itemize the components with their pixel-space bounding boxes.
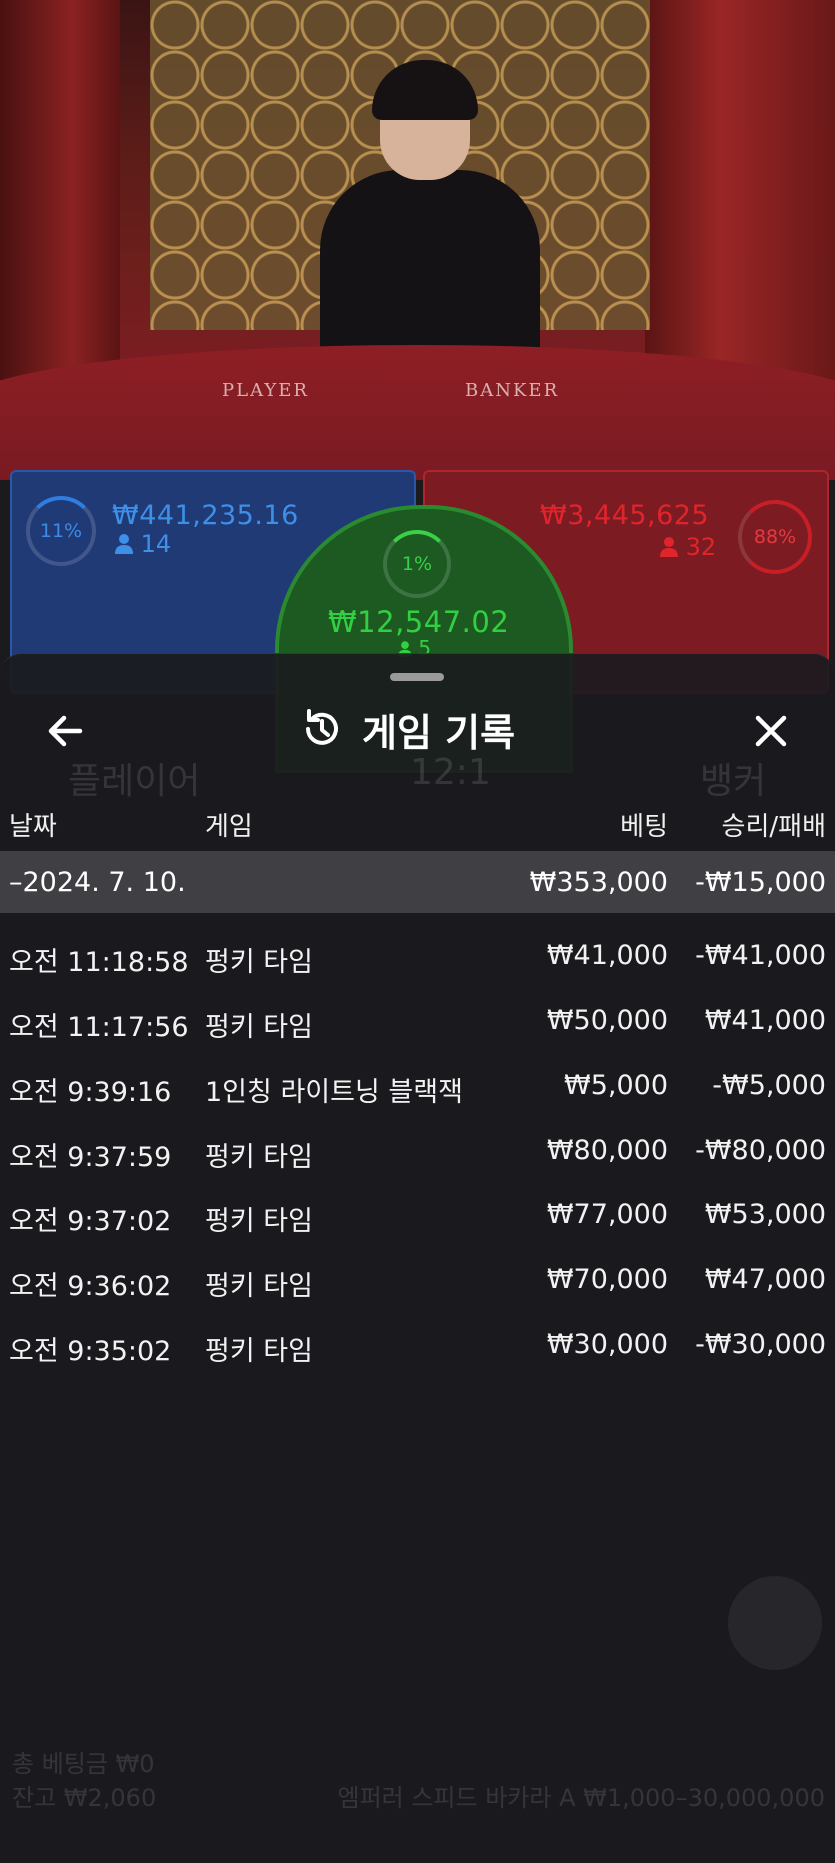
person-icon	[115, 534, 133, 554]
row-result: -₩41,000	[695, 940, 826, 971]
row-game: 1인칭 라이트닝 블랙잭	[205, 1077, 463, 1108]
row-bet: ₩77,000	[546, 1199, 668, 1230]
table-label-banker: BANKER	[465, 380, 560, 401]
dealer	[300, 60, 560, 370]
row-game: 펑키 타임	[205, 1271, 313, 1302]
game-history-sheet: 플레이어 12:1 뱅커 총 베팅금 ₩0 잔고 ₩2,060 엠퍼러 스피드 …	[0, 653, 835, 1863]
menu-icon	[728, 1576, 822, 1670]
bg-table-info: 엠퍼러 스피드 바카라 A ₩1,000–30,000,000	[337, 1784, 825, 1812]
banker-count-value: 32	[685, 533, 717, 561]
player-count: 14	[115, 530, 171, 558]
row-time: 오전 9:39:16	[9, 1077, 172, 1108]
row-bet: ₩30,000	[546, 1329, 668, 1360]
date-group-row[interactable]: –2024. 7. 10. ₩353,000 -₩15,000	[0, 851, 835, 913]
row-game: 펑키 타임	[205, 947, 313, 978]
row-result: ₩53,000	[704, 1199, 826, 1230]
history-row[interactable]: 오전 9:37:59 펑키 타임 ₩80,000 -₩80,000	[0, 1127, 835, 1183]
history-row[interactable]: 오전 11:18:58 펑키 타임 ₩41,000 -₩41,000	[0, 932, 835, 988]
bg-tie-odds: 12:1	[410, 752, 491, 793]
row-bet: ₩50,000	[546, 1005, 668, 1036]
history-row[interactable]: 오전 9:35:02 펑키 타임 ₩30,000 -₩30,000	[0, 1321, 835, 1377]
column-result: 승리/패배	[721, 812, 826, 842]
tie-percent-ring: 1%	[383, 530, 451, 598]
row-time: 오전 11:17:56	[9, 1012, 189, 1043]
bg-total-bet: 총 베팅금 ₩0	[12, 1750, 155, 1778]
baccarat-table	[0, 345, 835, 480]
banker-bet-amount: ₩3,445,625	[540, 500, 710, 531]
history-icon	[306, 709, 338, 745]
person-icon	[660, 537, 678, 557]
banker-percent: 88%	[753, 526, 797, 548]
banker-percent-ring: 88%	[738, 500, 812, 574]
bg-banker-label: 뱅커	[700, 761, 767, 802]
row-game: 펑키 타임	[205, 1012, 313, 1043]
row-time: 오전 9:37:59	[9, 1142, 172, 1173]
tie-percent: 1%	[401, 553, 433, 575]
live-video: PLAYER BANKER	[0, 0, 835, 480]
row-time: 오전 9:37:02	[9, 1206, 172, 1237]
column-game: 게임	[205, 812, 253, 842]
row-result: -₩80,000	[695, 1135, 826, 1166]
banker-count: 32	[660, 533, 716, 561]
player-bet-amount: ₩441,235.16	[112, 500, 299, 531]
column-bet: 베팅	[620, 812, 668, 842]
column-date: 날짜	[9, 812, 57, 842]
row-game: 펑키 타임	[205, 1142, 313, 1173]
row-time: 오전 11:18:58	[9, 947, 189, 978]
row-bet: ₩80,000	[546, 1135, 668, 1166]
date-group-date: –2024. 7. 10.	[9, 867, 186, 898]
date-group-result: -₩15,000	[695, 867, 826, 898]
close-icon	[755, 715, 787, 747]
curtain-right	[645, 0, 835, 380]
back-arrow-icon	[48, 715, 83, 747]
row-result: -₩5,000	[712, 1070, 826, 1101]
history-row[interactable]: 오전 11:17:56 펑키 타임 ₩50,000 ₩41,000	[0, 997, 835, 1053]
player-percent-ring: 11%	[26, 496, 96, 566]
history-row[interactable]: 오전 9:39:16 1인칭 라이트닝 블랙잭 ₩5,000 -₩5,000	[0, 1062, 835, 1118]
sheet-header: 게임 기록	[300, 704, 516, 755]
player-percent: 11%	[39, 520, 83, 542]
drag-handle[interactable]	[390, 673, 444, 681]
row-bet: ₩5,000	[564, 1070, 668, 1101]
history-row[interactable]: 오전 9:36:02 펑키 타임 ₩70,000 ₩47,000	[0, 1256, 835, 1312]
row-time: 오전 9:35:02	[9, 1336, 172, 1367]
row-result: -₩30,000	[695, 1329, 826, 1360]
row-game: 펑키 타임	[205, 1206, 313, 1237]
back-button[interactable]	[40, 706, 90, 756]
close-button[interactable]	[746, 706, 796, 756]
player-count-value: 14	[140, 530, 172, 558]
column-headers: 날짜 게임 베팅 승리/패배	[0, 806, 835, 842]
sheet-title: 게임 기록	[362, 710, 516, 755]
row-bet: ₩41,000	[546, 940, 668, 971]
curtain-left	[0, 0, 120, 380]
row-result: ₩41,000	[704, 1005, 826, 1036]
tie-bet-amount: ₩12,547.02	[328, 605, 510, 639]
row-bet: ₩70,000	[546, 1264, 668, 1295]
bg-player-label: 플레이어	[68, 761, 201, 802]
table-label-player: PLAYER	[222, 380, 309, 401]
row-time: 오전 9:36:02	[9, 1271, 172, 1302]
row-game: 펑키 타임	[205, 1336, 313, 1367]
bg-balance: 잔고 ₩2,060	[12, 1784, 157, 1812]
date-group-bet: ₩353,000	[529, 867, 668, 898]
row-result: ₩47,000	[704, 1264, 826, 1295]
history-row[interactable]: 오전 9:37:02 펑키 타임 ₩77,000 ₩53,000	[0, 1191, 835, 1247]
